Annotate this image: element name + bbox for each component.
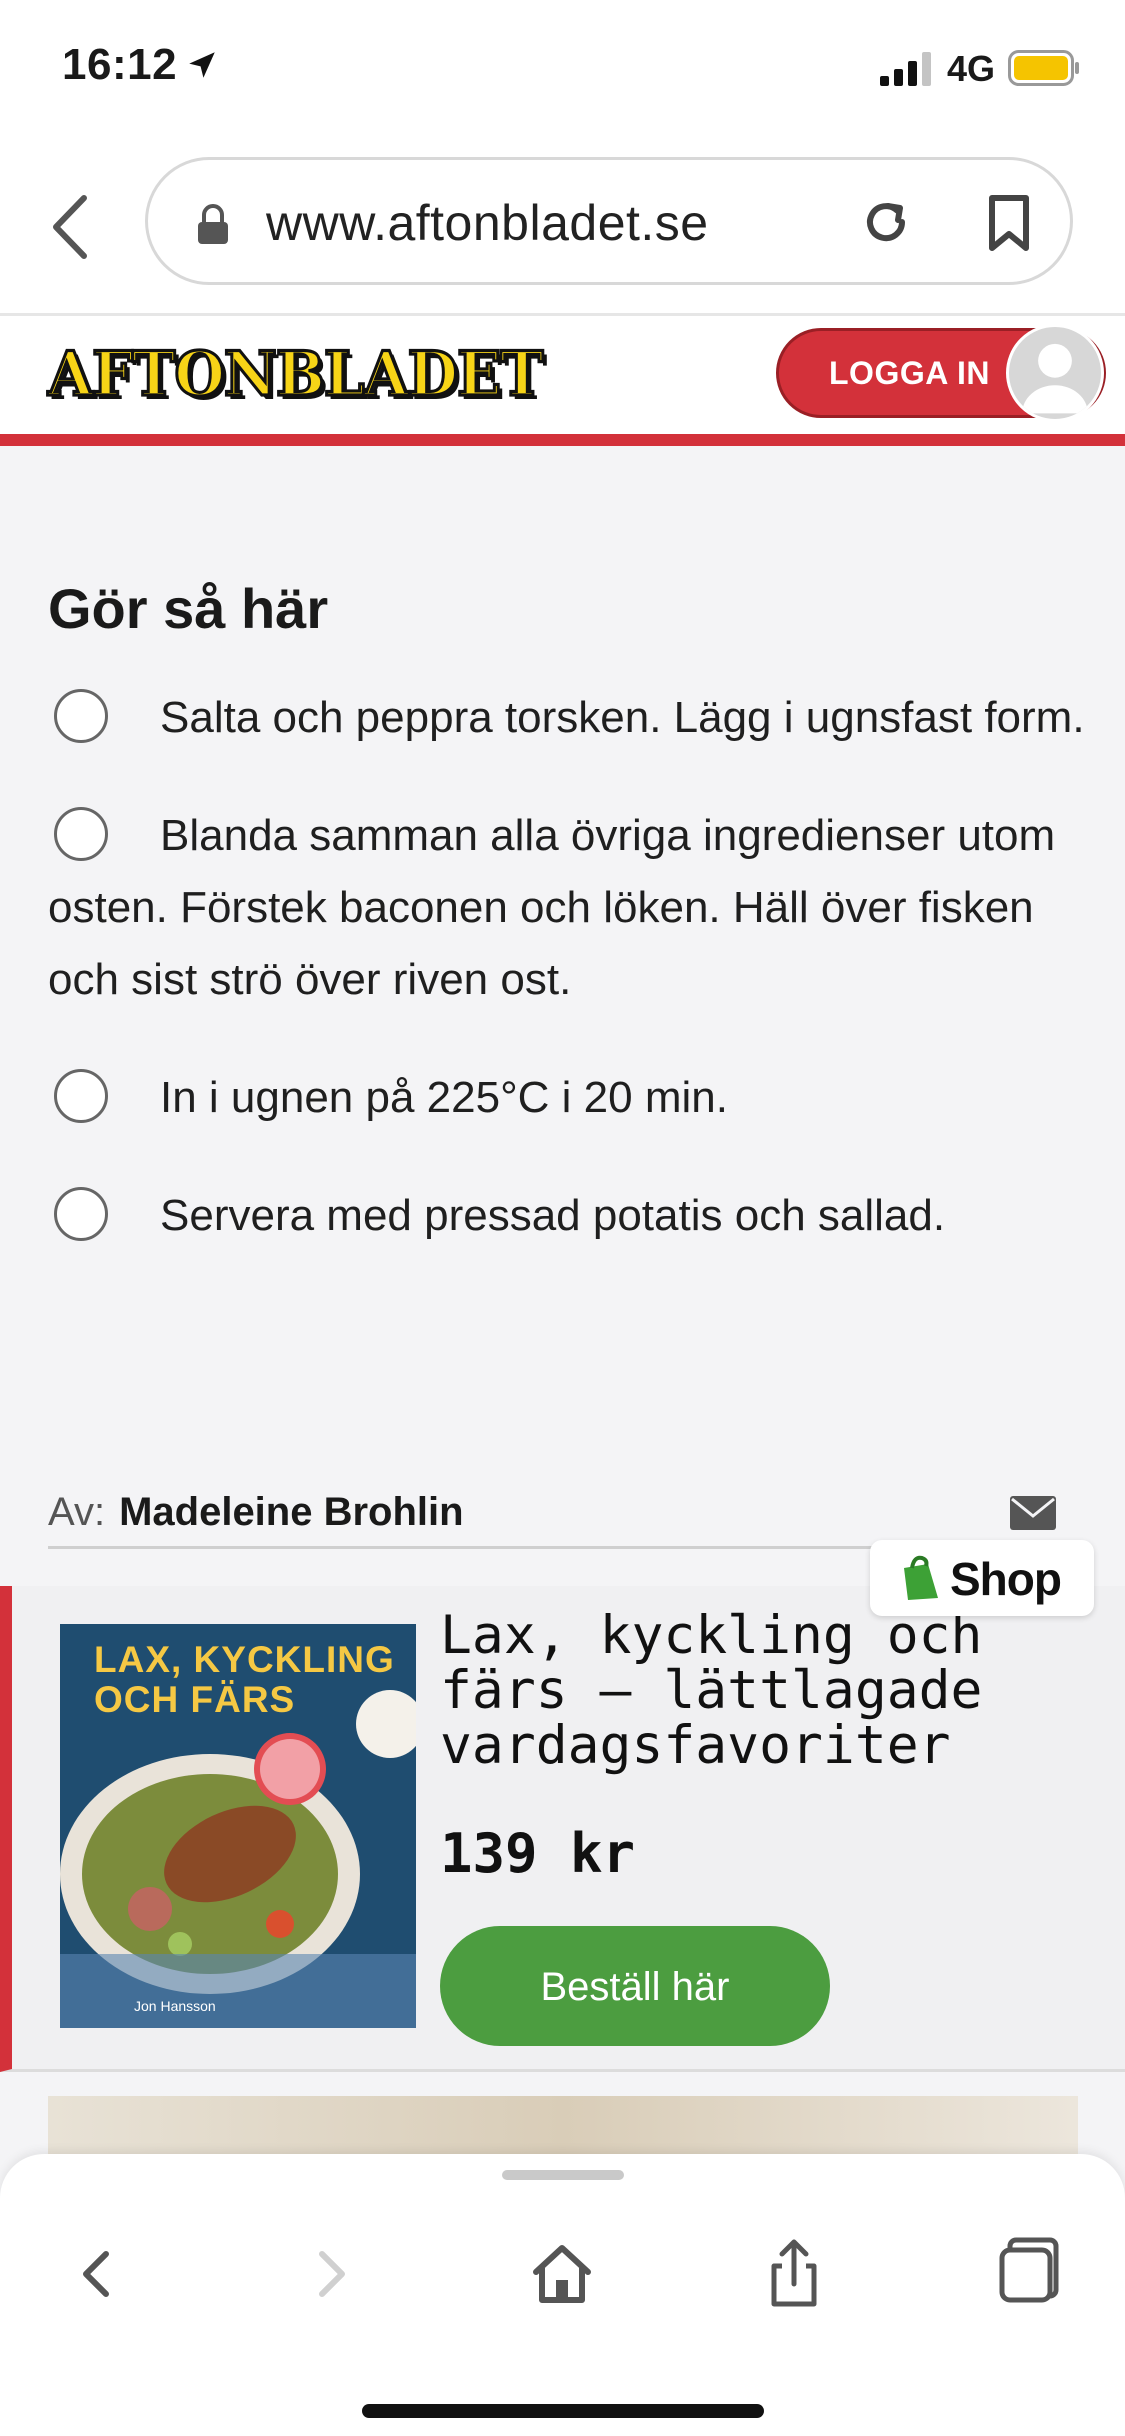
login-label: LOGGA IN xyxy=(829,355,991,391)
product-price: 139 kr xyxy=(440,1822,636,1885)
address-field[interactable]: www.aftonbladet.se xyxy=(145,157,1073,285)
location-arrow-icon xyxy=(189,52,215,78)
bookmark-icon[interactable] xyxy=(984,194,1034,252)
home-icon[interactable] xyxy=(522,2234,602,2314)
step-text: Salta och peppra torsken. Lägg i ugnsfas… xyxy=(160,693,1085,742)
mail-icon[interactable] xyxy=(1010,1496,1056,1530)
cover-author: Jon Hansson xyxy=(134,1998,216,2014)
instruction-step: Salta och peppra torsken. Lägg i ugnsfas… xyxy=(48,682,1088,754)
lock-icon xyxy=(198,204,228,244)
aftonbladet-logo[interactable]: AFTONBLADET xyxy=(46,337,544,412)
browser-toolbar xyxy=(0,2154,1125,2436)
shop-badge[interactable]: Shop xyxy=(870,1540,1094,1616)
user-avatar-icon[interactable] xyxy=(1006,324,1104,422)
back-icon[interactable] xyxy=(58,2234,138,2314)
instruction-step: In i ugnen på 225°C i 20 min. xyxy=(48,1062,1088,1134)
order-button[interactable]: Beställ här xyxy=(440,1926,830,2046)
author-name[interactable]: Madeleine Brohlin xyxy=(119,1490,464,1534)
step-checkbox[interactable] xyxy=(54,1187,108,1242)
step-checkbox[interactable] xyxy=(54,807,108,862)
network-type: 4G xyxy=(947,48,996,89)
site-header: AFTONBLADET LOGGA IN xyxy=(0,316,1125,446)
tabs-icon[interactable] xyxy=(986,2234,1066,2314)
status-bar: 16:12 4G xyxy=(0,0,1125,140)
instruction-step: Blanda samman alla övriga ingredienser u… xyxy=(48,800,1088,1016)
book-cover[interactable]: LAX, KYCKLING OCH FÄRS Jon Hansson xyxy=(60,1624,416,2028)
byline-label: Av: xyxy=(48,1490,106,1534)
instructions-heading: Gör så här xyxy=(48,577,329,640)
step-text: Servera med pressad potatis och sallad. xyxy=(160,1191,946,1240)
instruction-step: Servera med pressad potatis och sallad. xyxy=(48,1180,1088,1252)
reload-icon[interactable] xyxy=(858,194,914,250)
step-checkbox[interactable] xyxy=(54,1069,108,1124)
step-text: In i ugnen på 225°C i 20 min. xyxy=(160,1073,728,1122)
forward-icon[interactable] xyxy=(290,2234,370,2314)
back-chevron-icon[interactable] xyxy=(50,192,90,262)
step-checkbox[interactable] xyxy=(54,689,108,744)
status-time: 16:12 xyxy=(62,40,178,89)
browser-url-bar: www.aftonbladet.se xyxy=(0,140,1125,316)
url-text: www.aftonbladet.se xyxy=(266,195,709,251)
step-text: Blanda samman alla övriga ingredienser u… xyxy=(48,811,1056,1004)
shopping-bag-icon xyxy=(904,1555,938,1600)
recipe-content: Gör så här Salta och peppra torsken. Läg… xyxy=(0,446,1125,1549)
product-title[interactable]: Lax, kyckling och färs – lättlagade vard… xyxy=(440,1608,1100,1773)
signal-icon xyxy=(880,52,931,86)
product-card: LAX, KYCKLING OCH FÄRS Jon Hansson Lax, … xyxy=(0,1586,1125,2072)
next-article-image[interactable] xyxy=(48,2096,1078,2156)
home-indicator[interactable] xyxy=(362,2404,764,2418)
cover-title: LAX, KYCKLING OCH FÄRS xyxy=(94,1639,395,1720)
sheet-grabber[interactable] xyxy=(502,2170,624,2180)
shop-label: Shop xyxy=(950,1553,1062,1605)
battery-icon xyxy=(1008,50,1079,86)
share-icon[interactable] xyxy=(754,2234,834,2314)
instruction-list: Salta och peppra torsken. Lägg i ugnsfas… xyxy=(48,682,1088,1298)
